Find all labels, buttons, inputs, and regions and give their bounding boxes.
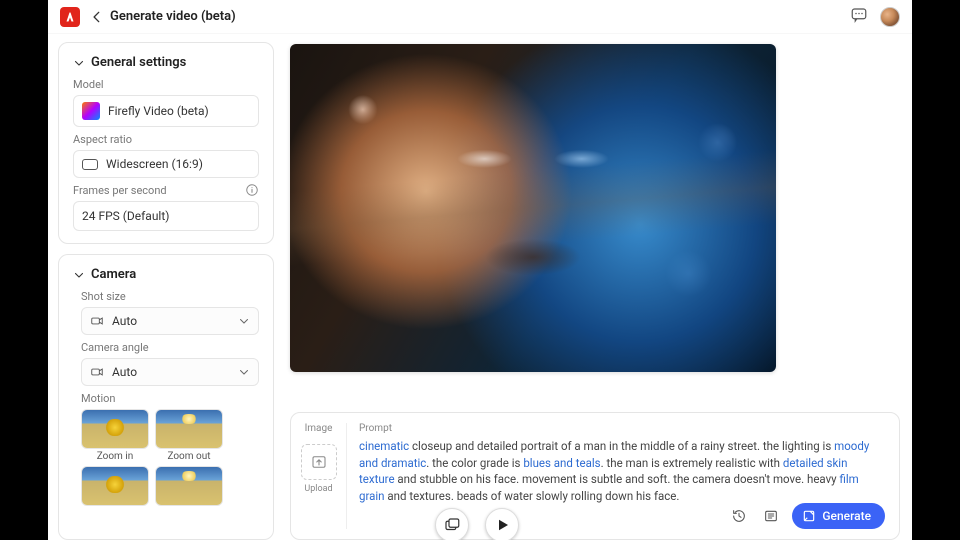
motion-caption: Zoom out [167, 451, 210, 462]
canvas-area: Image Upload Prompt cinematic closeup an… [290, 42, 912, 540]
camera-title: Camera [91, 267, 136, 282]
chevron-down-icon [238, 366, 250, 378]
compare-button[interactable] [435, 508, 469, 540]
motion-zoom-in[interactable]: Zoom in [81, 409, 149, 462]
prompt-card: Image Upload Prompt cinematic closeup an… [290, 412, 900, 540]
generate-icon [802, 509, 816, 523]
video-preview[interactable] [290, 44, 776, 372]
sliders-icon [763, 508, 779, 524]
general-settings-toggle[interactable]: General settings [73, 55, 259, 70]
camera-angle-label: Camera angle [81, 341, 259, 354]
preview-image [290, 44, 776, 372]
chevron-down-icon [73, 269, 85, 281]
camera-icon [90, 365, 104, 379]
camera-angle-dropdown[interactable]: Auto [81, 358, 259, 386]
image-stack-icon [443, 516, 461, 534]
chevron-left-icon [90, 10, 104, 24]
motion-thumb [81, 466, 149, 506]
upload-button[interactable] [301, 444, 337, 480]
aspect-ratio-value: Widescreen (16:9) [106, 157, 203, 171]
image-upload-section: Image Upload [301, 423, 347, 529]
motion-thumb [155, 409, 223, 449]
shot-size-value: Auto [112, 314, 137, 328]
motion-option[interactable] [155, 466, 223, 506]
motion-option[interactable] [81, 466, 149, 506]
camera-toggle[interactable]: Camera [73, 267, 259, 282]
prompt-input[interactable]: cinematic closeup and detailed portrait … [359, 438, 885, 503]
chat-icon [850, 6, 868, 24]
shot-size-dropdown[interactable]: Auto [81, 307, 259, 335]
fps-value: 24 FPS (Default) [82, 209, 169, 223]
page-title: Generate video (beta) [110, 9, 236, 24]
feedback-button[interactable] [850, 6, 868, 28]
play-button[interactable] [485, 508, 519, 540]
chevron-down-icon [238, 315, 250, 327]
camera-angle-value: Auto [112, 365, 137, 379]
settings-button[interactable] [760, 505, 782, 527]
shot-size-label: Shot size [81, 290, 259, 303]
play-icon [493, 516, 511, 534]
settings-sidebar: General settings Model Firefly Video (be… [58, 42, 274, 540]
general-settings-title: General settings [91, 55, 186, 70]
model-selector[interactable]: Firefly Video (beta) [73, 95, 259, 127]
history-button[interactable] [728, 505, 750, 527]
history-icon [731, 508, 747, 524]
upload-caption: Upload [304, 484, 332, 494]
motion-zoom-out[interactable]: Zoom out [155, 409, 223, 462]
back-button[interactable]: Generate video (beta) [90, 9, 236, 24]
motion-label: Motion [81, 392, 259, 405]
upload-icon [310, 453, 328, 471]
widescreen-icon [82, 159, 98, 170]
floating-controls [435, 508, 519, 540]
adobe-logo [60, 7, 80, 27]
image-label: Image [305, 423, 333, 434]
info-icon[interactable] [245, 183, 259, 197]
fps-label: Frames per second [73, 184, 167, 197]
top-bar: Generate video (beta) [48, 0, 912, 34]
motion-caption: Zoom in [97, 451, 134, 462]
generate-button[interactable]: Generate [792, 503, 885, 529]
aspect-ratio-selector[interactable]: Widescreen (16:9) [73, 150, 259, 178]
firefly-icon [82, 102, 100, 120]
aspect-ratio-label: Aspect ratio [73, 133, 259, 146]
model-label: Model [73, 78, 259, 91]
model-value: Firefly Video (beta) [108, 104, 209, 118]
generate-label: Generate [822, 509, 871, 523]
fps-selector[interactable]: 24 FPS (Default) [73, 201, 259, 231]
motion-thumb [81, 409, 149, 449]
general-settings-panel: General settings Model Firefly Video (be… [58, 42, 274, 244]
user-avatar[interactable] [880, 7, 900, 27]
chevron-down-icon [73, 57, 85, 69]
motion-thumb [155, 466, 223, 506]
camera-icon [90, 314, 104, 328]
prompt-label: Prompt [359, 423, 885, 434]
camera-panel: Camera Shot size Auto Camera angle Auto [58, 254, 274, 540]
